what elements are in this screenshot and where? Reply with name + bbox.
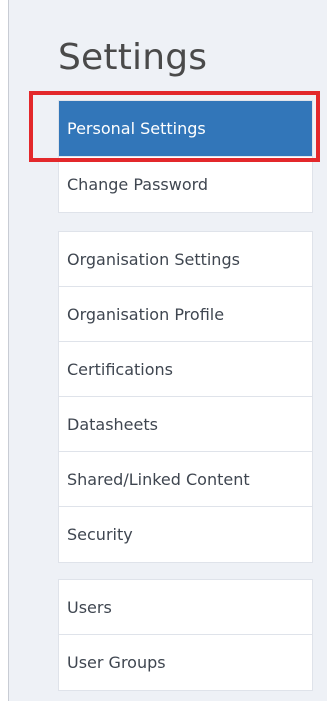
personal-settings-group: Personal Settings Change Password: [58, 100, 313, 213]
menu-item-users[interactable]: Users: [59, 580, 312, 635]
menu-item-certifications[interactable]: Certifications: [59, 342, 312, 397]
menu-item-shared-linked-content[interactable]: Shared/Linked Content: [59, 452, 312, 507]
menu-item-user-groups[interactable]: User Groups: [59, 635, 312, 690]
users-group: Users User Groups: [58, 579, 313, 691]
menu-item-organisation-profile[interactable]: Organisation Profile: [59, 287, 312, 342]
menu-item-datasheets[interactable]: Datasheets: [59, 397, 312, 452]
menu-item-personal-settings[interactable]: Personal Settings: [59, 101, 312, 157]
menu-item-change-password[interactable]: Change Password: [59, 157, 312, 212]
organisation-settings-group: Organisation Settings Organisation Profi…: [58, 231, 313, 563]
menu-item-organisation-settings[interactable]: Organisation Settings: [59, 232, 312, 287]
page-title: Settings: [58, 37, 208, 78]
menu-item-security[interactable]: Security: [59, 507, 312, 562]
